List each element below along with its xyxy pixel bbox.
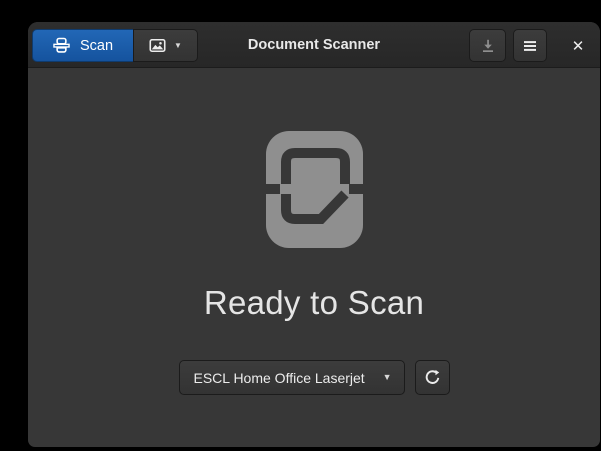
hamburger-menu-icon: [522, 38, 538, 54]
header-bar: Document Scanner Scan ▼ ✕: [28, 22, 600, 68]
chevron-down-icon: ▼: [174, 40, 182, 50]
refresh-icon: [424, 369, 441, 386]
status-heading: Ready to Scan: [203, 284, 425, 321]
ready-scanner-icon: [28, 131, 600, 248]
scanner-icon: [53, 37, 70, 54]
scan-type-dropdown-button[interactable]: ▼: [133, 29, 198, 62]
save-icon: [480, 38, 496, 54]
refresh-scanners-button[interactable]: [414, 360, 450, 395]
device-row: ESCL Home Office Laserjet ▼: [28, 360, 600, 395]
close-button[interactable]: ✕: [562, 30, 594, 61]
image-icon: [149, 37, 166, 54]
document-scanner-window: Document Scanner Scan ▼ ✕ Ready to Scan …: [28, 22, 600, 447]
scan-button-label: Scan: [79, 37, 114, 54]
combo-arrow-icon: ▼: [382, 372, 392, 382]
menu-button[interactable]: [513, 29, 547, 62]
close-icon: ✕: [571, 37, 585, 55]
scan-controls-group: Scan ▼: [32, 29, 198, 62]
scanner-select[interactable]: ESCL Home Office Laserjet ▼: [178, 360, 405, 395]
scan-button[interactable]: Scan: [32, 29, 133, 62]
scanner-select-value: ESCL Home Office Laserjet: [193, 369, 365, 386]
save-button[interactable]: [469, 29, 506, 62]
